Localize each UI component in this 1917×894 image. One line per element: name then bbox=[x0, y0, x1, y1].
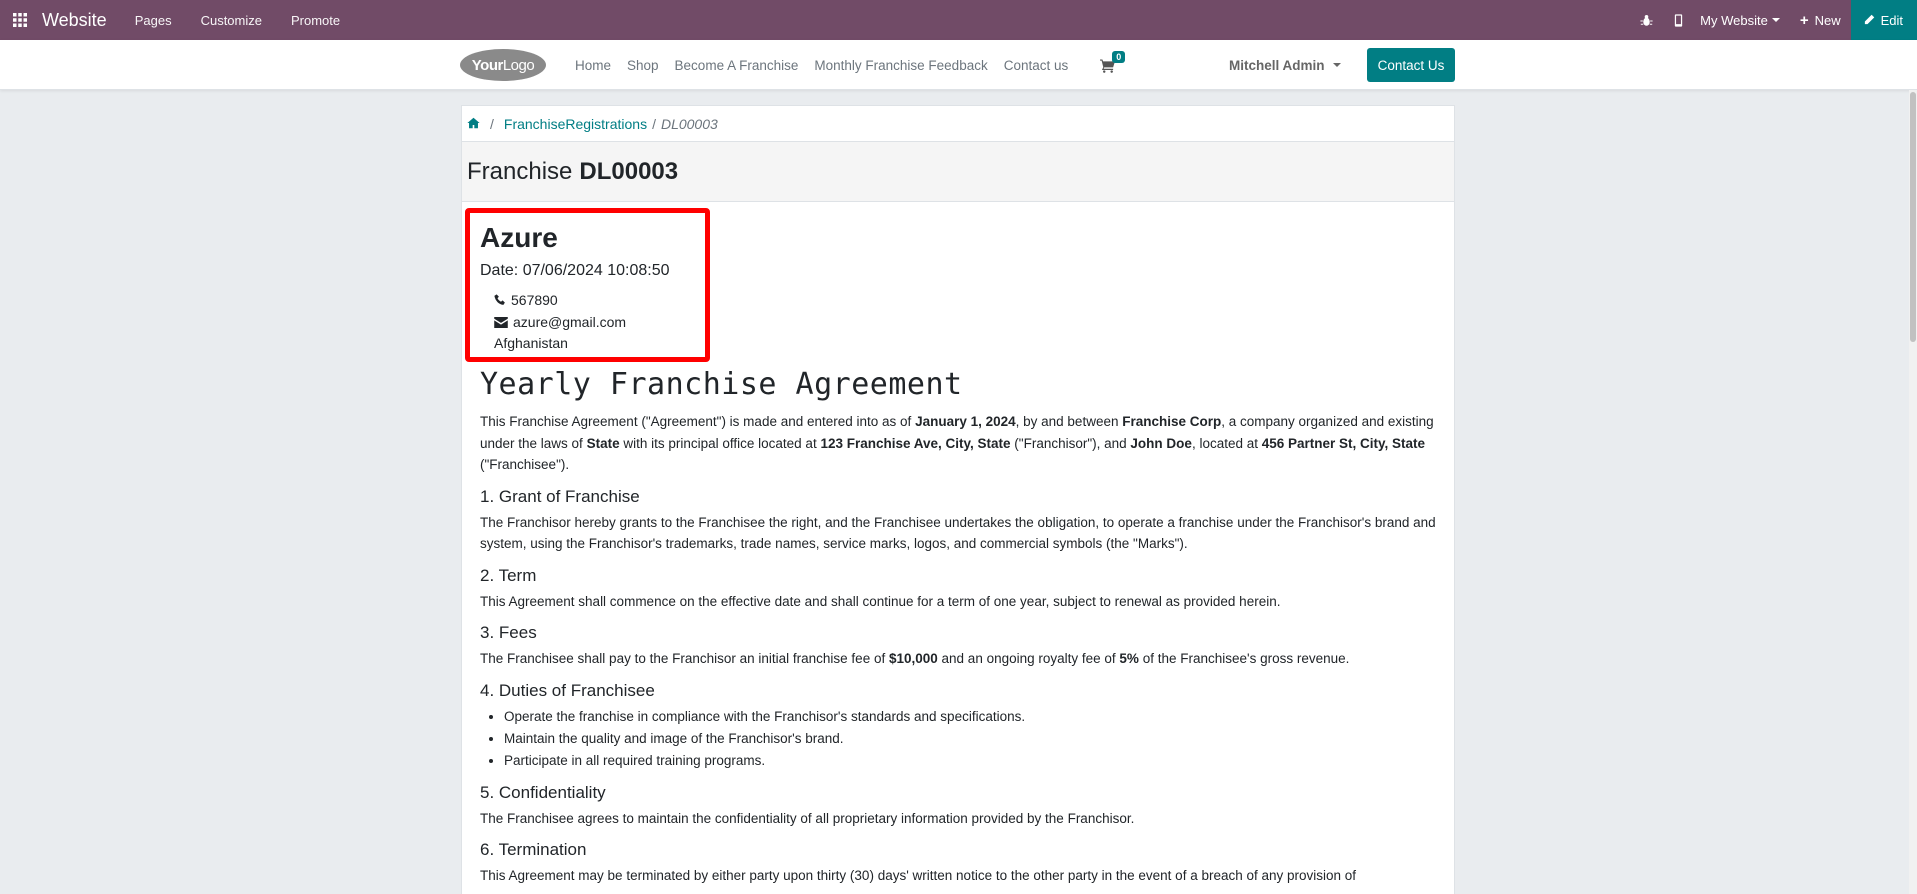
breadcrumb-separator: / bbox=[652, 115, 656, 132]
section-text-term: This Agreement shall commence on the eff… bbox=[480, 593, 1281, 609]
nav-home[interactable]: Home bbox=[575, 58, 611, 73]
page-scrollbar[interactable] bbox=[1909, 90, 1917, 894]
edit-label: Edit bbox=[1880, 12, 1903, 28]
contact-country-row: Afghanistan bbox=[494, 335, 568, 351]
breadcrumb-current: DL00003 bbox=[660, 115, 718, 132]
section-heading-grant: 1. Grant of Franchise bbox=[480, 486, 640, 506]
contact-us-button[interactable]: Contact Us bbox=[1367, 48, 1455, 82]
app-brand[interactable]: Website bbox=[42, 10, 107, 31]
scrollbar-thumb[interactable] bbox=[1910, 92, 1916, 342]
cart-count-badge: 0 bbox=[1112, 51, 1126, 63]
section-heading-term: 2. Term bbox=[480, 565, 537, 585]
phone-icon bbox=[494, 294, 505, 305]
admin-bar: Website Pages Customize Promote My Websi… bbox=[0, 0, 1917, 40]
website-selector-label: My Website bbox=[1700, 12, 1768, 28]
website-selector[interactable]: My Website bbox=[1700, 13, 1780, 28]
contact-email: azure@gmail.com bbox=[513, 314, 627, 330]
contact-country: Afghanistan bbox=[494, 335, 568, 351]
logo-text-bold: Your bbox=[471, 56, 504, 74]
section-heading-duties: 4. Duties of Franchisee bbox=[480, 680, 655, 700]
duties-list: Operate the franchise in compliance with… bbox=[504, 706, 1440, 772]
home-icon[interactable] bbox=[467, 116, 480, 132]
envelope-icon bbox=[494, 316, 508, 328]
section-heading-termination: 6. Termination bbox=[480, 840, 587, 859]
nav-shop[interactable]: Shop bbox=[627, 58, 659, 73]
section-heading-fees: 3. Fees bbox=[480, 623, 537, 642]
user-menu[interactable]: Mitchell Admin bbox=[1229, 40, 1341, 90]
section-text-confidentiality: The Franchisee agrees to maintain the co… bbox=[480, 810, 1135, 826]
contact-phone-row: 567890 bbox=[494, 292, 558, 308]
plus-icon: + bbox=[1799, 11, 1809, 29]
section-text-termination: This Agreement may be terminated by eith… bbox=[480, 868, 1357, 883]
debug-bug-icon[interactable] bbox=[1630, 0, 1662, 40]
main-nav: Home Shop Become A Franchise Monthly Fra… bbox=[575, 40, 1126, 90]
section-text-fees: The Franchisee shall pay to the Franchis… bbox=[480, 651, 1350, 666]
apps-menu-icon[interactable] bbox=[0, 0, 40, 40]
list-item: Participate in all required training pro… bbox=[504, 750, 1440, 772]
contact-name: Azure bbox=[480, 222, 558, 253]
agreement-title: Yearly Franchise Agreement bbox=[480, 367, 963, 402]
page-title: Franchise DL00003 bbox=[462, 142, 1454, 202]
breadcrumb-separator: / bbox=[490, 115, 494, 132]
agreement-document: Yearly Franchise Agreement This Franchis… bbox=[480, 367, 1440, 887]
nav-become-franchise[interactable]: Become A Franchise bbox=[675, 58, 799, 73]
chevron-down-icon bbox=[1332, 63, 1341, 67]
new-label: New bbox=[1814, 12, 1841, 28]
site-header: Your Logo Home Shop Become A Franchise Mo… bbox=[0, 40, 1917, 90]
contact-phone: 567890 bbox=[511, 292, 558, 308]
nav-monthly-feedback[interactable]: Monthly Franchise Feedback bbox=[814, 58, 987, 73]
mobile-preview-icon[interactable] bbox=[1662, 0, 1694, 40]
user-name: Mitchell Admin bbox=[1229, 57, 1325, 73]
contact-email-row: azure@gmail.com bbox=[494, 314, 626, 330]
record-code: DL00003 bbox=[579, 157, 679, 185]
section-heading-confidentiality: 5. Confidentiality bbox=[480, 782, 606, 802]
section-text-grant: The Franchisor hereby grants to the Fran… bbox=[480, 514, 1436, 552]
menu-pages[interactable]: Pages bbox=[135, 13, 172, 28]
contact-date: Date: 07/06/2024 10:08:50 bbox=[480, 262, 670, 279]
page-title-prefix: Franchise bbox=[467, 157, 573, 185]
pencil-icon bbox=[1864, 14, 1874, 25]
breadcrumb: / FranchiseRegistrations / DL00003 bbox=[462, 106, 1454, 142]
new-button[interactable]: + New bbox=[1800, 12, 1841, 29]
chevron-down-icon bbox=[1771, 18, 1780, 22]
list-item: Maintain the quality and image of the Fr… bbox=[504, 728, 1440, 750]
agreement-intro: This Franchise Agreement ("Agreement") i… bbox=[480, 414, 1434, 472]
franchise-card: / FranchiseRegistrations / DL00003 Franc… bbox=[461, 105, 1455, 894]
logo-text-thin: Logo bbox=[502, 56, 535, 74]
site-logo[interactable]: Your Logo bbox=[460, 49, 546, 81]
breadcrumb-parent[interactable]: FranchiseRegistrations bbox=[504, 116, 647, 132]
list-item: Operate the franchise in compliance with… bbox=[504, 706, 1440, 728]
menu-promote[interactable]: Promote bbox=[291, 13, 340, 28]
menu-customize[interactable]: Customize bbox=[201, 13, 262, 28]
edit-button[interactable]: Edit bbox=[1850, 0, 1917, 40]
nav-contact-us[interactable]: Contact us bbox=[1004, 58, 1069, 73]
cart-link[interactable]: 0 bbox=[1096, 51, 1126, 75]
